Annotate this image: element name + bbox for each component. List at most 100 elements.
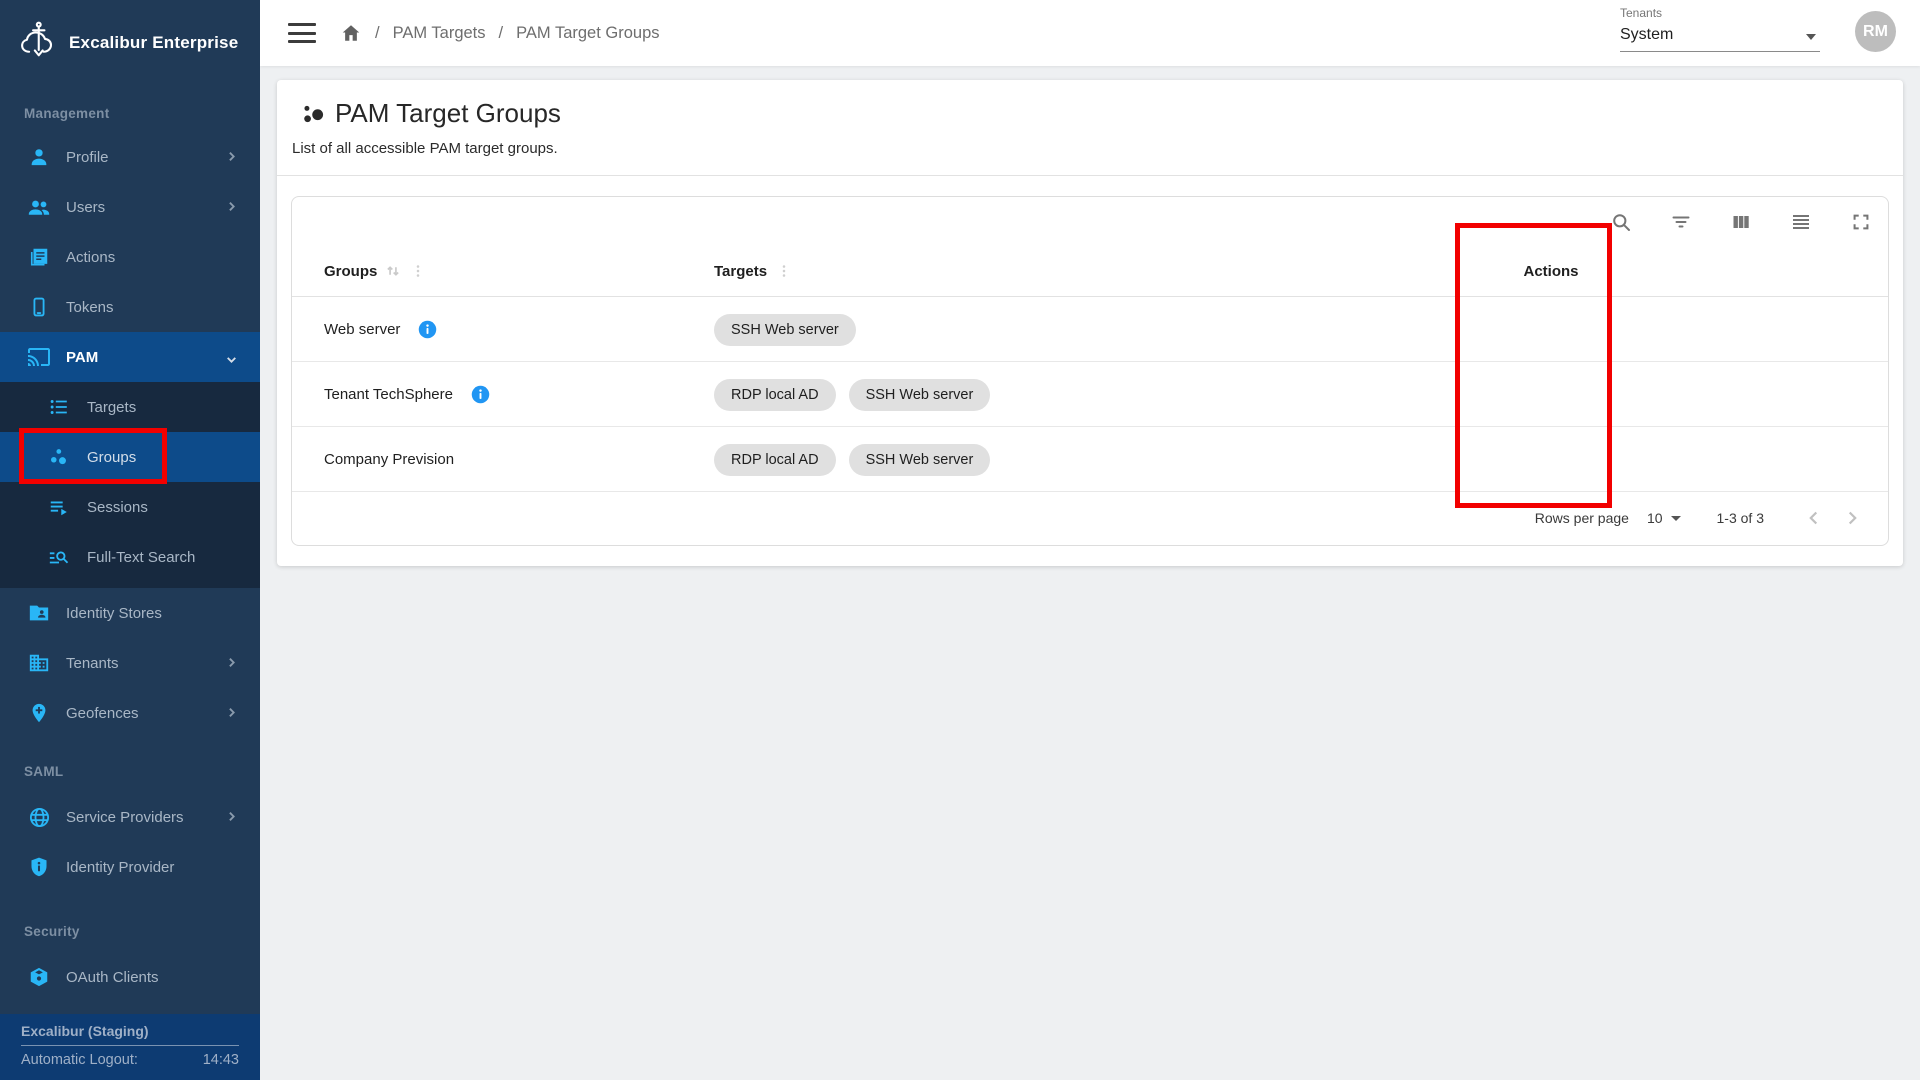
sidebar-item-label: Identity Provider [66, 859, 174, 876]
target-chip[interactable]: SSH Web server [849, 379, 991, 411]
bubble-chart-icon [47, 445, 71, 469]
token-icon [27, 965, 51, 989]
sidebar-item-label: PAM [66, 349, 98, 366]
filter-icon[interactable] [1668, 209, 1694, 235]
column-header-groups[interactable]: Groups [324, 263, 377, 280]
table-header: Groups Targets Actions [292, 245, 1888, 297]
sidebar-item-identity-provider[interactable]: Identity Provider [0, 842, 260, 892]
rows-per-page-label: Rows per page [1535, 510, 1629, 526]
target-chip[interactable]: SSH Web server [714, 314, 856, 346]
sidebar-item-users[interactable]: Users [0, 182, 260, 232]
group-name: Web server [324, 321, 400, 338]
target-chip[interactable]: RDP local AD [714, 444, 836, 476]
card-divider [277, 175, 1903, 176]
sidebar-item-pam[interactable]: PAM [0, 332, 260, 382]
sidebar-item-label: Sessions [87, 499, 148, 516]
target-chip[interactable]: SSH Web server [849, 444, 991, 476]
sort-icon[interactable] [383, 261, 403, 281]
previous-page-button[interactable] [1800, 504, 1828, 532]
group-name: Company Prevision [324, 451, 454, 468]
breadcrumb-separator: / [375, 24, 380, 43]
sidebar-item-label: Groups [87, 449, 136, 466]
sidebar-item-service-providers[interactable]: Service Providers [0, 792, 260, 842]
sidebar-item-label: Targets [87, 399, 136, 416]
column-menu-icon[interactable] [775, 262, 793, 280]
sidebar-item-pam-sessions[interactable]: Sessions [0, 482, 260, 532]
breadcrumb-item-pam-targets[interactable]: PAM Targets [393, 24, 486, 43]
home-icon[interactable] [340, 22, 362, 44]
density-icon[interactable] [1788, 209, 1814, 235]
smartphone-icon [27, 295, 51, 319]
info-icon[interactable] [470, 384, 491, 405]
column-header-targets[interactable]: Targets [714, 263, 767, 280]
breadcrumb-item-pam-target-groups[interactable]: PAM Target Groups [516, 24, 659, 43]
dropdown-caret-icon [1671, 516, 1681, 521]
page-subtitle: List of all accessible PAM target groups… [292, 140, 558, 157]
sidebar-item-geofences[interactable]: Geofences [0, 688, 260, 738]
sidebar-item-profile[interactable]: Profile [0, 132, 260, 182]
info-icon[interactable] [417, 319, 438, 340]
column-header-actions[interactable]: Actions [1523, 263, 1578, 280]
sidebar-item-label: Service Providers [66, 809, 184, 826]
tenant-select-label: Tenants [1620, 6, 1820, 20]
chevron-right-icon [225, 706, 238, 719]
sidebar-item-label: Tenants [66, 655, 119, 672]
sidebar-item-tokens[interactable]: Tokens [0, 282, 260, 332]
tenant-select[interactable]: Tenants System [1620, 6, 1820, 52]
sidebar-item-oauth-clients[interactable]: OAuth Clients [0, 952, 260, 1002]
dropdown-caret-icon [1806, 34, 1816, 40]
topbar: / PAM Targets / PAM Target Groups Tenant… [260, 0, 1920, 66]
chevron-right-icon [225, 810, 238, 823]
pam-submenu: Targets Groups Sessions Full-Text Search [0, 382, 260, 588]
shield-info-icon [27, 855, 51, 879]
menu-toggle-button[interactable] [288, 23, 316, 43]
people-icon [27, 195, 51, 219]
brand-header[interactable]: Excalibur Enterprise [16, 14, 246, 72]
table-row[interactable]: Company Prevision RDP local AD SSH Web s… [292, 427, 1888, 492]
next-page-button[interactable] [1838, 504, 1866, 532]
sidebar-item-actions[interactable]: Actions [0, 232, 260, 282]
brand-name: Excalibur Enterprise [69, 33, 238, 53]
search-icon[interactable] [1608, 209, 1634, 235]
target-chip[interactable]: RDP local AD [714, 379, 836, 411]
tenant-select-value: System [1620, 26, 1820, 44]
column-menu-icon[interactable] [409, 262, 427, 280]
table-row[interactable]: Tenant TechSphere RDP local AD SSH Web s… [292, 362, 1888, 427]
sidebar-item-identity-stores[interactable]: Identity Stores [0, 588, 260, 638]
rows-per-page-value: 10 [1647, 510, 1663, 526]
columns-icon[interactable] [1728, 209, 1754, 235]
footer-divider [21, 1045, 239, 1046]
sidebar-item-pam-targets[interactable]: Targets [0, 382, 260, 432]
sidebar-item-pam-groups[interactable]: Groups [0, 432, 260, 482]
sidebar-item-tenants[interactable]: Tenants [0, 638, 260, 688]
manage-search-icon [47, 545, 71, 569]
sidebar-item-label: Users [66, 199, 105, 216]
pagination-range: 1-3 of 3 [1717, 510, 1764, 526]
article-icon [27, 245, 51, 269]
fullscreen-icon[interactable] [1848, 209, 1874, 235]
auto-logout-timer: 14:43 [203, 1052, 239, 1068]
app-root: Excalibur Enterprise Management Profile … [0, 0, 1920, 1080]
auto-logout-label: Automatic Logout: [21, 1052, 138, 1068]
avatar-initials: RM [1863, 23, 1888, 41]
chevron-right-icon [225, 656, 238, 669]
groups-table: Groups Targets Actions [291, 196, 1889, 546]
pam-target-groups-card: PAM Target Groups List of all accessible… [277, 80, 1903, 566]
sidebar-item-label: Full-Text Search [87, 549, 195, 566]
breadcrumb: / PAM Targets / PAM Target Groups [340, 0, 660, 66]
chevron-right-icon [225, 200, 238, 213]
sidebar-item-pam-fulltext-search[interactable]: Full-Text Search [0, 532, 260, 582]
avatar[interactable]: RM [1855, 11, 1896, 52]
folder-shared-icon [27, 601, 51, 625]
sidebar-item-label: Actions [66, 249, 115, 266]
table-row[interactable]: Web server SSH Web server [292, 297, 1888, 362]
person-icon [27, 145, 51, 169]
rows-per-page-select[interactable]: 10 [1647, 510, 1681, 526]
excalibur-cloud-sword-logo-icon [16, 19, 58, 67]
bubble-chart-title-icon [300, 101, 326, 127]
sidebar-footer: Excalibur (Staging) Automatic Logout: 14… [0, 1014, 260, 1080]
section-label-saml: SAML [24, 764, 224, 779]
breadcrumb-separator: / [499, 24, 504, 43]
group-name: Tenant TechSphere [324, 386, 453, 403]
environment-label: Excalibur (Staging) [21, 1023, 239, 1039]
